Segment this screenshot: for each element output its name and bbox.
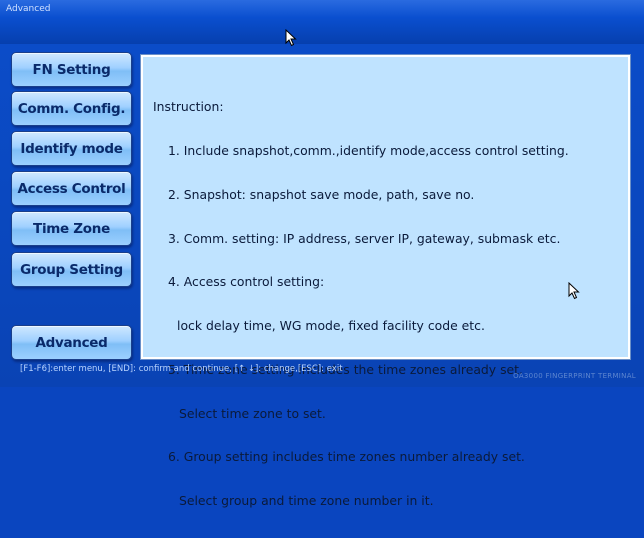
- sidebar-item-fn-setting[interactable]: FN Setting: [11, 52, 132, 87]
- sidebar-item-time-zone[interactable]: Time Zone: [11, 211, 132, 246]
- instruction-line: Select group and time zone number in it.: [179, 493, 434, 509]
- title-bar: Advanced: [0, 0, 644, 45]
- sidebar-item-group-setting[interactable]: Group Setting: [11, 252, 132, 287]
- mouse-cursor-icon: [285, 29, 297, 47]
- brand-label: OA3000 FINGERPRINT TERMINAL: [513, 372, 636, 380]
- instruction-line: 2. Snapshot: snapshot save mode, path, s…: [168, 186, 475, 202]
- sidebar-item-identify-mode[interactable]: Identify mode: [11, 131, 132, 166]
- sidebar-item-access-control[interactable]: Access Control: [11, 171, 132, 206]
- instruction-line: 3. Comm. setting: IP address, server IP,…: [168, 230, 561, 246]
- instruction-heading: Instruction:: [153, 99, 224, 115]
- mouse-cursor-icon: [568, 282, 580, 300]
- advanced-button[interactable]: Advanced: [11, 325, 132, 360]
- instruction-line: lock delay time, WG mode, fixed facility…: [177, 318, 485, 334]
- window-title: Advanced: [6, 4, 51, 14]
- instruction-panel: Instruction: 1. Include snapshot,comm.,i…: [140, 54, 631, 508]
- sidebar-item-comm-config[interactable]: Comm. Config.: [11, 91, 132, 126]
- instruction-line: 1. Include snapshot,comm.,identify mode,…: [168, 142, 569, 158]
- instruction-text: Instruction: 1. Include snapshot,comm.,i…: [153, 71, 622, 538]
- help-text: [F1-F6]:enter menu, [END]: confirm and c…: [20, 364, 343, 374]
- instruction-line: 4. Access control setting:: [168, 274, 325, 290]
- instruction-line: 6. Group setting includes time zones num…: [168, 449, 525, 465]
- instruction-line: Select time zone to set.: [179, 405, 326, 421]
